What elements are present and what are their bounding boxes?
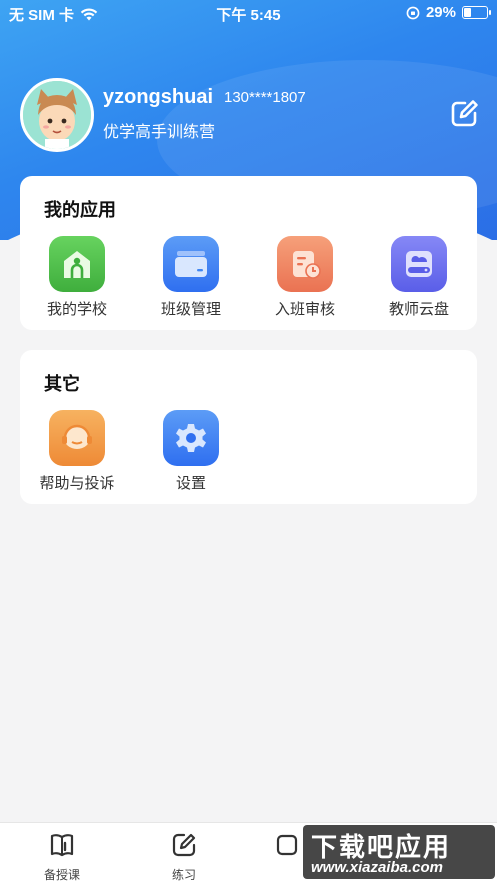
phone-number: 130****1807 bbox=[224, 89, 306, 106]
profile-section: yzongshuai 130****1807 优学高手训练营 bbox=[20, 78, 480, 156]
bottom-tab-bar: 备授课 练习 下载吧应用 www.xiazaiba.com bbox=[0, 822, 497, 883]
app-label: 设置 bbox=[175, 475, 206, 492]
tab-practice[interactable]: 练习 bbox=[144, 831, 224, 883]
watermark-overlay: 下载吧应用 www.xiazaiba.com bbox=[303, 825, 495, 879]
other-title: 其它 bbox=[44, 374, 80, 394]
orientation-lock-icon bbox=[406, 6, 420, 19]
tab-lesson-prep[interactable]: 备授课 bbox=[22, 831, 102, 883]
class-folder-icon bbox=[163, 236, 219, 292]
edit-profile-icon[interactable] bbox=[448, 98, 480, 130]
tab-partial[interactable] bbox=[266, 831, 306, 864]
book-icon bbox=[50, 834, 74, 857]
app-label: 我的学校 bbox=[46, 301, 107, 318]
battery-percent: 29% bbox=[425, 4, 456, 21]
tab-label: 备授课 bbox=[43, 868, 80, 882]
school-icon bbox=[49, 236, 105, 292]
app-teacher-cloud-drive[interactable]: 教师云盘 bbox=[362, 236, 476, 319]
app-my-school[interactable]: 我的学校 bbox=[20, 236, 134, 319]
cartoon-avatar-icon bbox=[23, 81, 91, 149]
other-card: 其它 帮助与投诉 设置 bbox=[20, 350, 477, 504]
avatar[interactable] bbox=[20, 78, 94, 152]
app-help-complaint[interactable]: 帮助与投诉 bbox=[20, 410, 134, 493]
battery-icon bbox=[462, 6, 491, 19]
settings-gear-icon bbox=[163, 410, 219, 466]
headset-support-icon bbox=[49, 410, 105, 466]
review-document-icon bbox=[277, 236, 333, 292]
app-class-review[interactable]: 入班审核 bbox=[248, 236, 362, 319]
my-apps-title: 我的应用 bbox=[44, 200, 116, 220]
app-class-management[interactable]: 班级管理 bbox=[134, 236, 248, 319]
organization-name: 优学高手训练营 bbox=[103, 124, 216, 141]
watermark-url: www.xiazaiba.com bbox=[311, 859, 443, 876]
status-bar: 无 SIM 卡 下午 5:45 29% bbox=[0, 0, 497, 26]
edit-icon bbox=[172, 833, 196, 857]
app-label: 班级管理 bbox=[160, 301, 221, 318]
app-label: 帮助与投诉 bbox=[39, 475, 115, 492]
partial-tab-icon bbox=[276, 834, 298, 856]
tab-label: 练习 bbox=[171, 868, 196, 882]
username: yzongshuai bbox=[103, 86, 214, 108]
app-settings[interactable]: 设置 bbox=[134, 410, 248, 493]
my-apps-card: 我的应用 我的学校 班级管理 入班审核 教师云盘 bbox=[20, 176, 477, 330]
app-label: 入班审核 bbox=[274, 301, 335, 318]
app-label: 教师云盘 bbox=[388, 301, 449, 318]
cloud-drive-icon bbox=[391, 236, 447, 292]
